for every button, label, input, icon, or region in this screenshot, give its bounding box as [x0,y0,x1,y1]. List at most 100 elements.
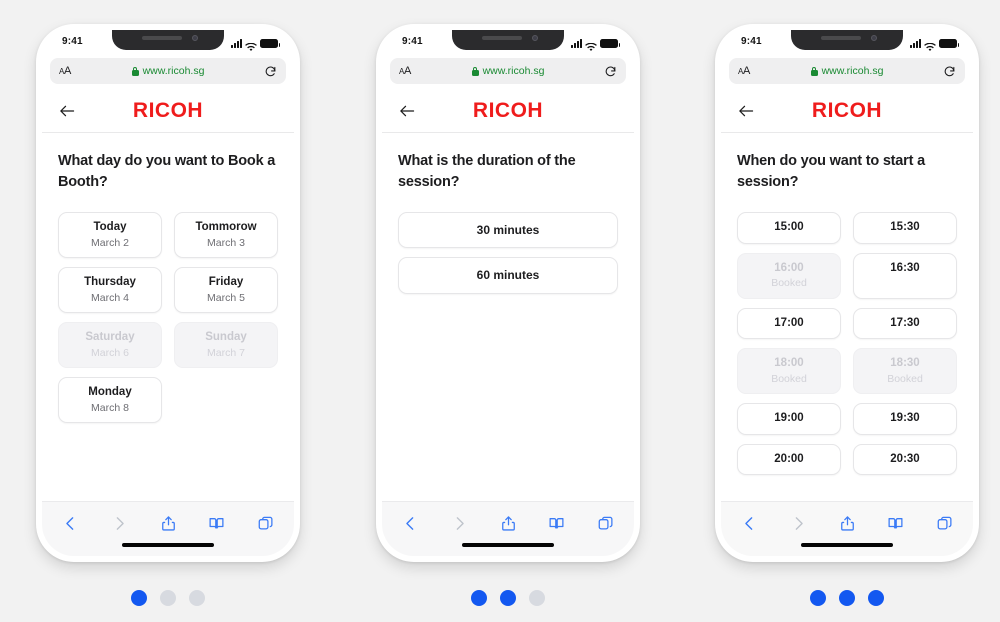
home-indicator[interactable] [462,543,554,547]
option-button[interactable]: 30 minutes [398,212,618,249]
tabs-icon[interactable] [597,515,614,532]
option-subtitle: Booked [771,372,807,385]
option-title: 17:00 [774,316,804,329]
option-subtitle: Booked [887,372,923,385]
url-display: www.ricoh.sg [729,65,965,77]
text-size-button[interactable]: AA [738,65,750,77]
question-heading: What is the duration of the session? [398,153,576,190]
browser-toolbar [721,501,973,556]
url-bar[interactable]: AA www.ricoh.sg [390,58,626,84]
battery-icon [600,39,620,48]
url-text: www.ricoh.sg [482,65,545,77]
share-icon[interactable] [839,515,856,532]
url-text: www.ricoh.sg [821,65,884,77]
page-dot[interactable] [500,590,516,606]
option-button: 18:00 Booked [737,348,841,395]
tabs-icon[interactable] [936,515,953,532]
option-subtitle: March 4 [91,291,129,304]
option-title: 15:00 [774,221,804,234]
option-button[interactable]: 19:00 [737,403,841,435]
page-dot[interactable] [189,590,205,606]
option-button[interactable]: Thursday March 4 [58,267,162,314]
home-indicator[interactable] [122,543,214,547]
option-title: 60 minutes [476,268,540,283]
url-display: www.ricoh.sg [50,65,286,77]
phone-screen: 9:41 AA www.ricoh.sg RICOH What day do you w… [42,30,294,556]
option-button[interactable]: Today March 2 [58,212,162,259]
text-size-button[interactable]: AA [399,65,411,77]
option-title: Tommorow [195,221,257,234]
app-header: RICOH [382,90,634,133]
chevron-left-icon[interactable] [402,515,419,532]
page-dot[interactable] [160,590,176,606]
book-icon[interactable] [548,515,565,532]
option-button[interactable]: 17:00 [737,307,841,340]
option-button: 18:30 Booked [853,348,957,395]
book-icon[interactable] [208,515,225,532]
front-camera-icon [871,35,877,41]
lock-icon [131,66,139,76]
wifi-icon [924,39,936,51]
front-camera-icon [532,35,538,41]
front-camera-icon [192,35,198,41]
chevron-right-icon [451,515,468,532]
option-button[interactable]: 17:30 [853,307,957,340]
phone-screen: 9:41 AA www.ricoh.sg RICOH When do you want … [721,30,973,556]
option-button[interactable]: 20:00 [737,443,841,476]
chevron-left-icon[interactable] [62,515,79,532]
lock-icon [810,66,818,76]
option-button[interactable]: Tommorow March 3 [174,212,278,259]
page-indicator-dots [697,590,997,606]
url-display: www.ricoh.sg [390,65,626,77]
option-button[interactable]: 60 minutes [398,257,618,294]
chevron-left-icon[interactable] [741,515,758,532]
reload-icon[interactable] [604,65,617,78]
option-button[interactable]: 15:00 [737,212,841,244]
page-dot[interactable] [529,590,545,606]
page-dot[interactable] [839,590,855,606]
share-icon[interactable] [500,515,517,532]
question-heading: When do you want to start a session? [737,153,925,190]
reload-icon[interactable] [943,65,956,78]
url-bar[interactable]: AA www.ricoh.sg [50,58,286,84]
app-header: RICOH [42,90,294,133]
page-dot[interactable] [131,590,147,606]
speaker-icon [482,36,522,40]
arrow-left-icon[interactable] [58,103,76,119]
option-subtitle: March 2 [91,236,129,249]
cellular-signal-icon [910,39,921,48]
option-button[interactable]: Friday March 5 [174,267,278,314]
book-icon[interactable] [887,515,904,532]
page-dot[interactable] [868,590,884,606]
home-indicator[interactable] [801,543,893,547]
option-title: Friday [208,276,244,289]
share-icon[interactable] [160,515,177,532]
option-button: 16:00 Booked [737,252,841,299]
reload-icon[interactable] [264,65,277,78]
option-button[interactable]: 16:30 [853,252,957,299]
arrow-left-icon[interactable] [737,103,755,119]
url-bar[interactable]: AA www.ricoh.sg [729,58,965,84]
option-button[interactable]: Monday March 8 [58,377,162,424]
page-indicator-dots [358,590,658,606]
browser-toolbar [42,501,294,556]
option-button[interactable]: 15:30 [853,212,957,244]
options-list: 30 minutes 60 minutes [398,212,618,294]
phone-mockup-time-selection: 9:41 AA www.ricoh.sg RICOH When do you want … [697,0,997,622]
option-button[interactable]: 19:30 [853,403,957,435]
option-title: 16:00 [774,261,804,274]
tabs-icon[interactable] [257,515,274,532]
wifi-icon [245,39,257,51]
page-title: RICOH [811,99,883,122]
page-indicator-dots [18,590,318,606]
page-dot[interactable] [810,590,826,606]
option-button[interactable]: 20:30 [853,443,957,476]
chevron-right-icon [790,515,807,532]
text-size-button[interactable]: AA [59,65,71,77]
arrow-left-icon[interactable] [398,103,416,119]
page-dot[interactable] [471,590,487,606]
status-time: 9:41 [741,36,762,47]
option-subtitle: Booked [771,277,807,290]
phone-mockup-duration-selection: 9:41 AA www.ricoh.sg RICOH What is the durat… [358,0,658,622]
option-title: Sunday [205,331,247,344]
